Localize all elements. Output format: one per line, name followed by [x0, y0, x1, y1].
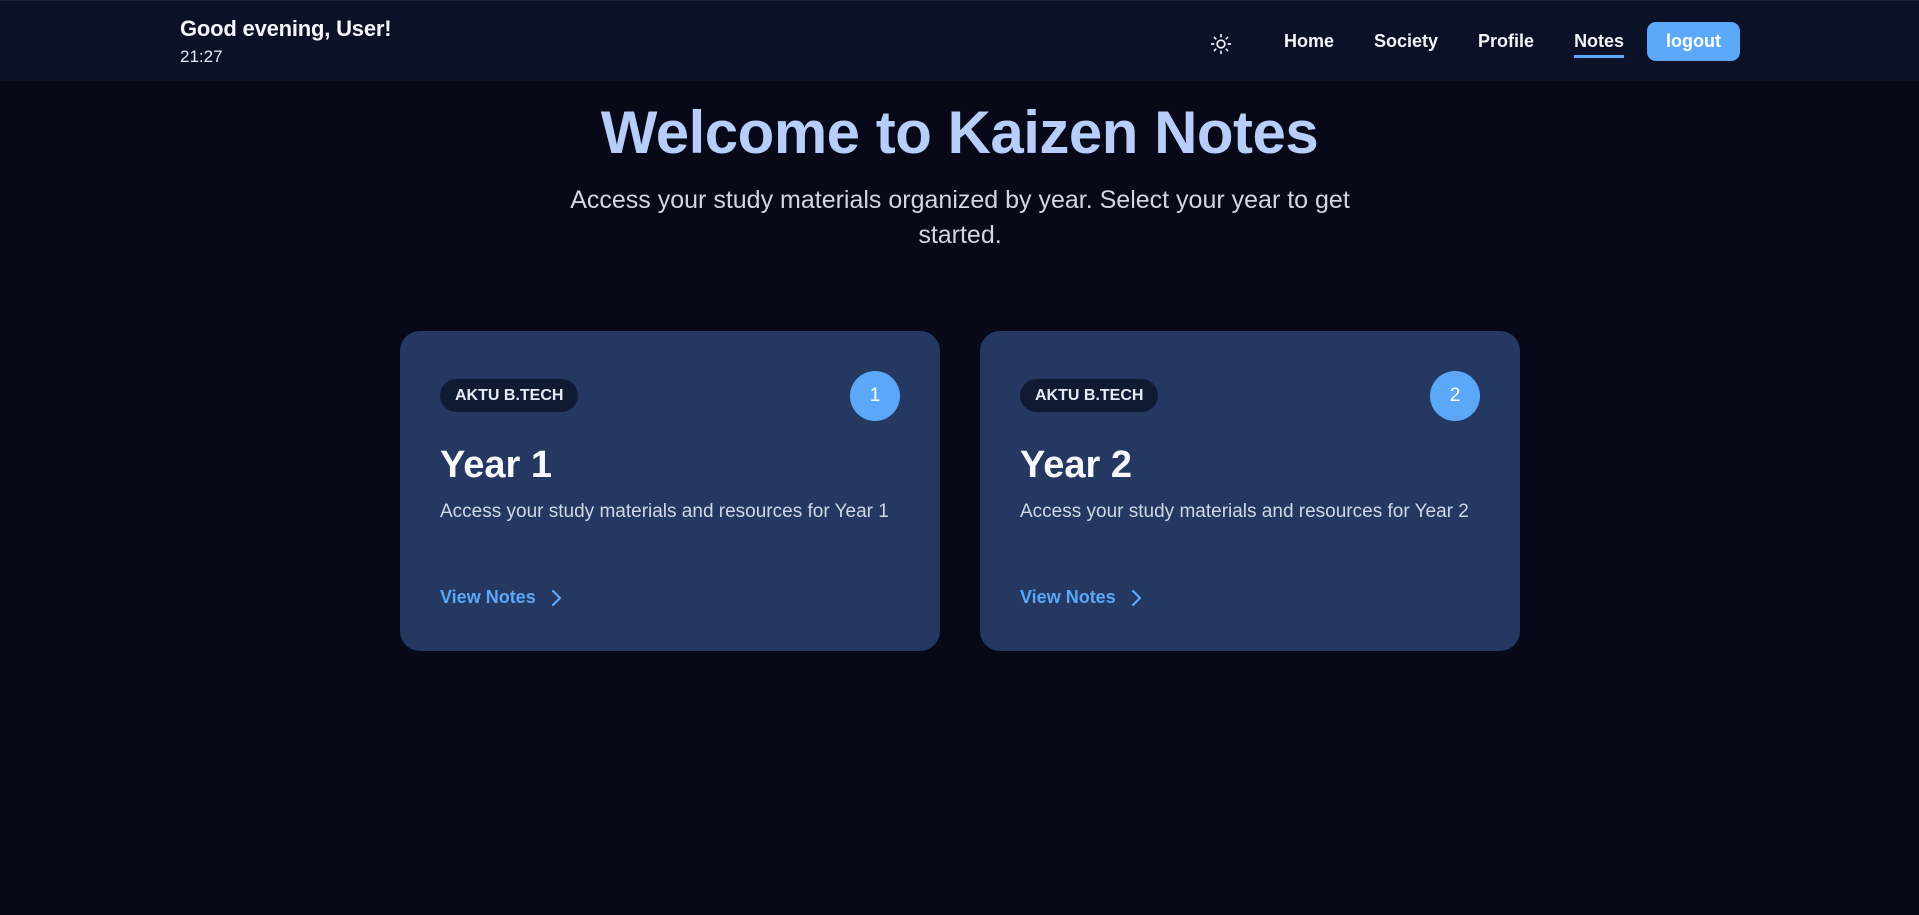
logout-button[interactable]: logout — [1647, 22, 1740, 61]
page-subtitle: Access your study materials organized by… — [570, 186, 1350, 249]
year-description: Access your study materials and resource… — [440, 501, 889, 522]
page-title: Welcome to Kaizen Notes — [600, 99, 1319, 166]
nav-society-link[interactable]: Society — [1374, 31, 1438, 58]
clock-time: 21:27 — [180, 47, 223, 66]
nav-profile-link[interactable]: Profile — [1478, 31, 1534, 58]
program-badge: AKTU B.TECH — [1020, 379, 1159, 412]
top-navbar: Good evening, User! 21:27 Home Society P… — [0, 0, 1919, 81]
year-title: Year 1 — [440, 444, 552, 486]
nav-home-link[interactable]: Home — [1284, 31, 1334, 58]
greeting-block: Good evening, User! 21:27 — [180, 16, 392, 67]
chevron-right-icon — [550, 589, 562, 607]
chevron-right-icon — [1130, 589, 1142, 607]
nav-notes-link[interactable]: Notes — [1574, 31, 1625, 58]
view-notes-label: View Notes — [1020, 587, 1116, 607]
sun-icon — [1210, 33, 1232, 55]
year-card-1[interactable]: AKTU B.TECH 1 Year 1 Access your study m… — [400, 331, 940, 651]
year-number-badge: 1 — [850, 371, 900, 421]
view-notes-link[interactable]: View Notes — [1020, 587, 1142, 608]
year-title: Year 2 — [1020, 444, 1132, 486]
program-badge: AKTU B.TECH — [440, 379, 579, 412]
year-card-2[interactable]: AKTU B.TECH 2 Year 2 Access your study m… — [980, 331, 1520, 651]
view-notes-link[interactable]: View Notes — [440, 587, 562, 608]
year-number-badge: 2 — [1430, 371, 1480, 421]
view-notes-label: View Notes — [440, 587, 536, 607]
greeting-text: Good evening, User! — [180, 16, 392, 41]
year-description: Access your study materials and resource… — [1020, 501, 1469, 522]
main-nav: Home Society Profile Notes — [1284, 31, 1625, 58]
theme-toggle-button[interactable] — [1208, 31, 1234, 57]
